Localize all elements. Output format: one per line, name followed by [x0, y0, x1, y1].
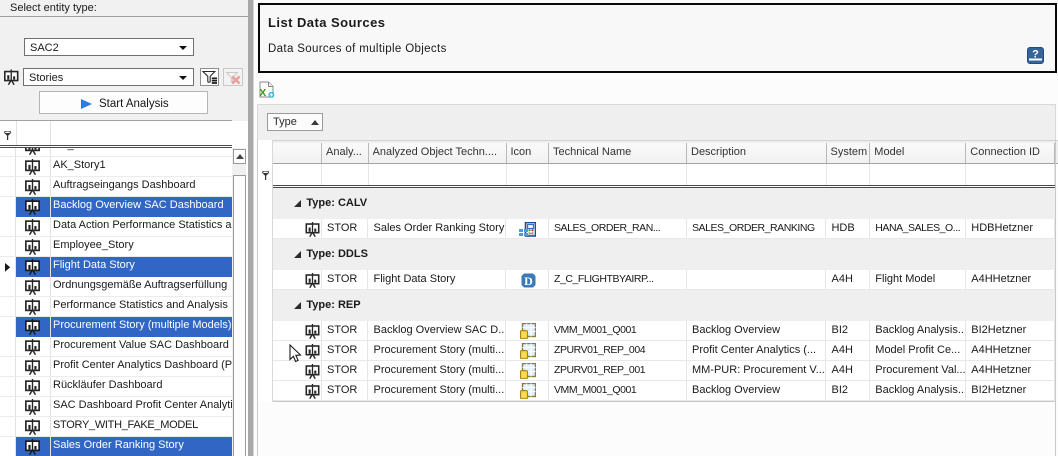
svg-text:D: D	[524, 274, 533, 288]
svg-text:X: X	[259, 87, 266, 98]
svg-text:?: ?	[1032, 49, 1039, 61]
